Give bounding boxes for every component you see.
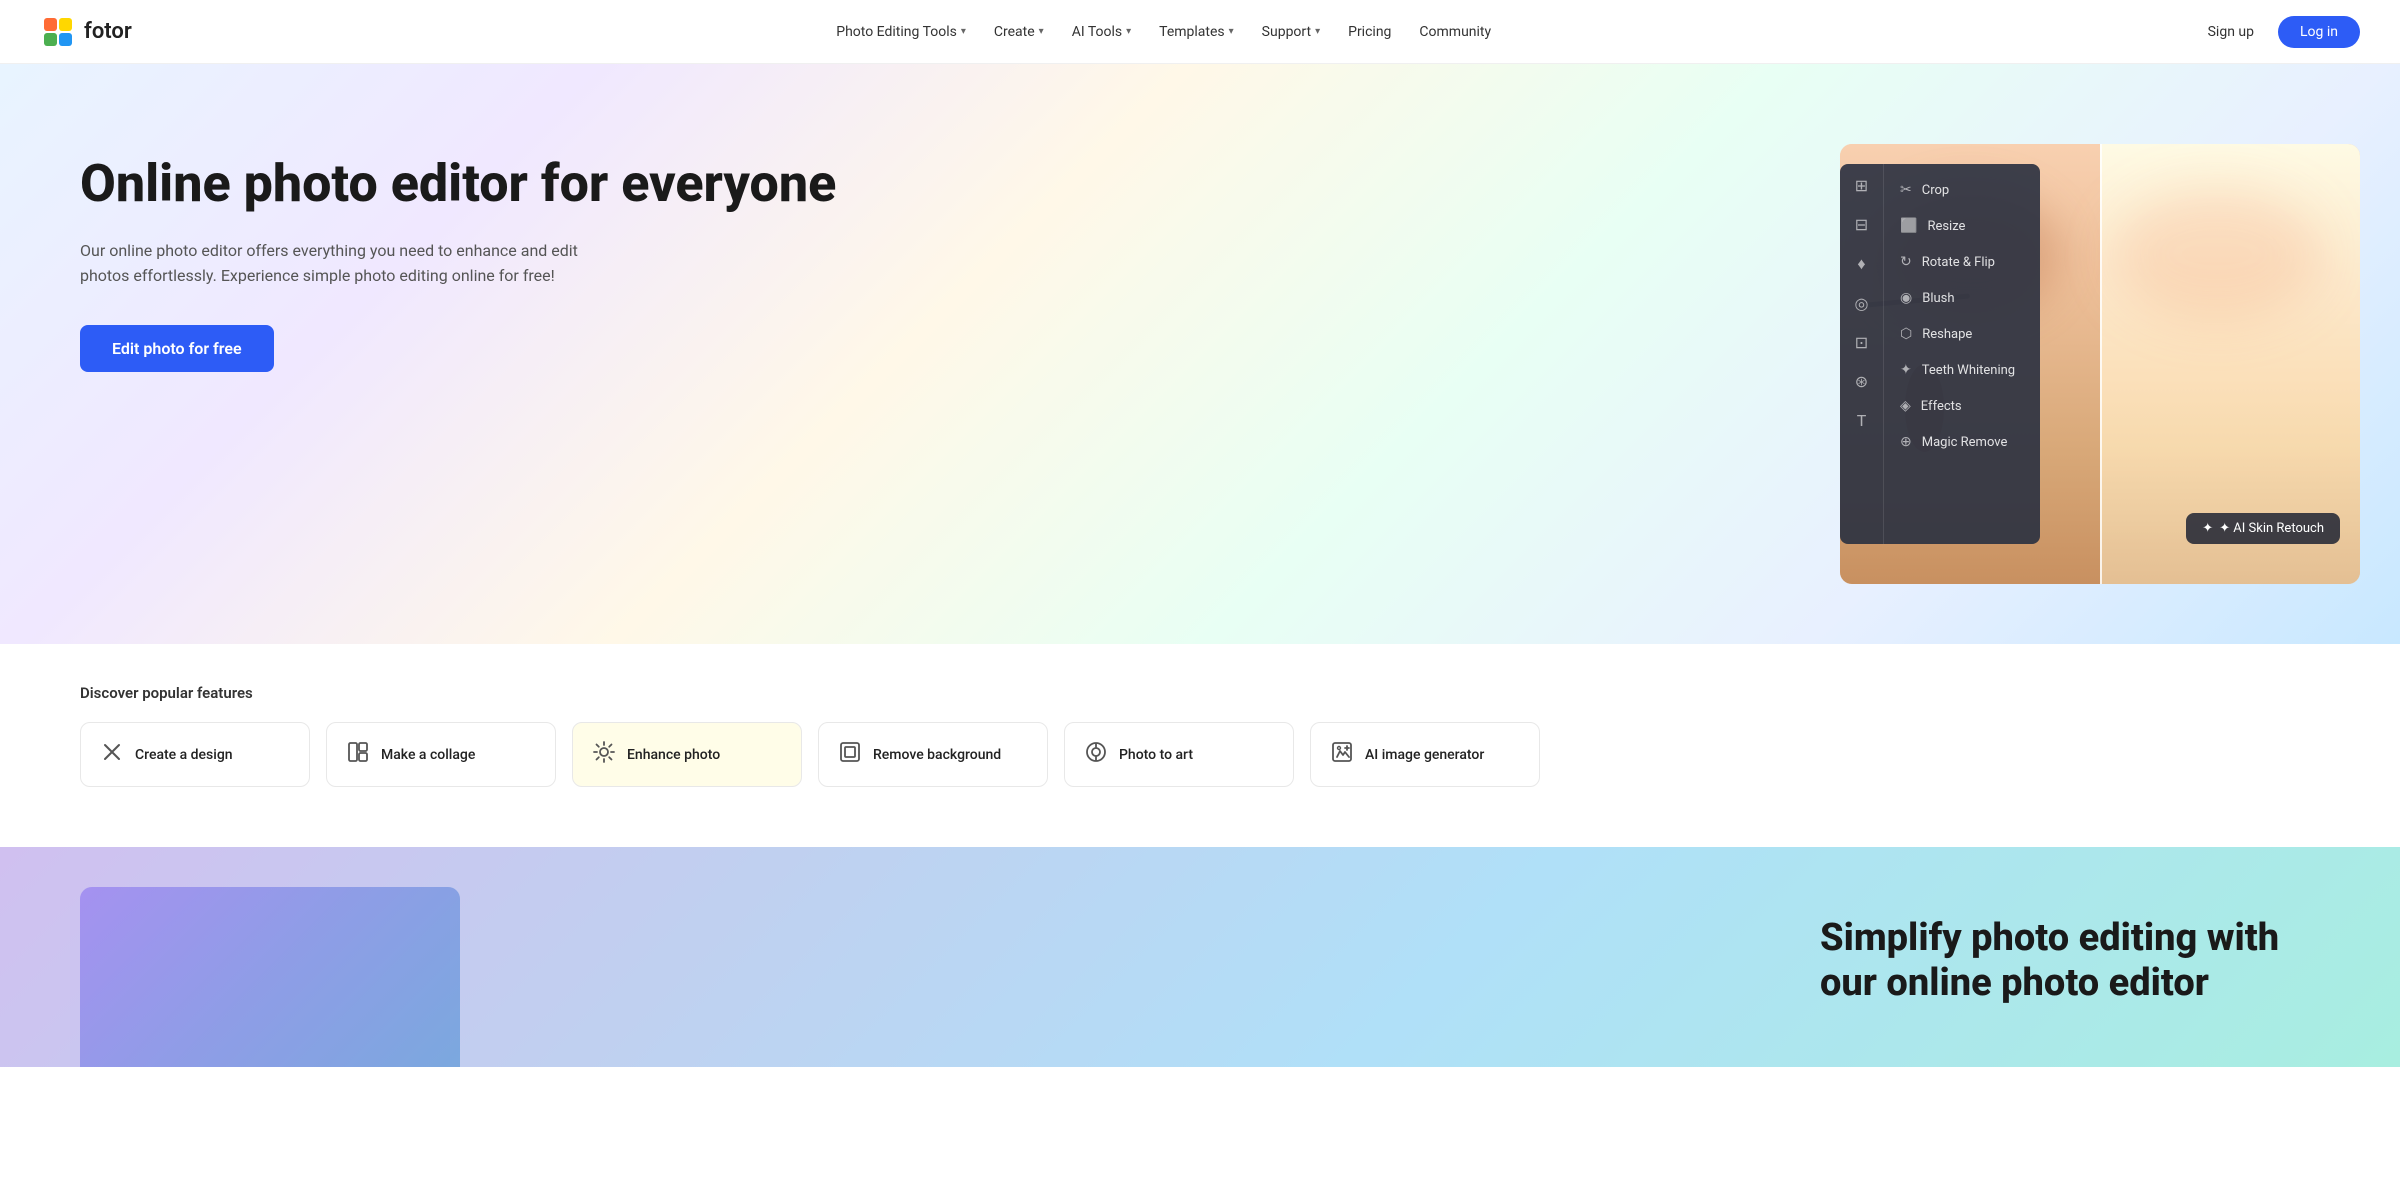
reshape-icon: ⬡ [1900, 326, 1912, 342]
remove-background-icon [839, 741, 861, 768]
menu-item-resize[interactable]: ⬜ Resize [1884, 208, 2040, 244]
bottom-content-right: Simplify photo editing with our online p… [1820, 916, 2320, 1007]
bottom-wrapper: Simplify photo editing with our online p… [0, 847, 2400, 1067]
nav-links: Photo Editing Tools ▾ Create ▾ AI Tools … [824, 18, 1503, 46]
blush-icon: ◉ [1900, 290, 1912, 306]
chevron-down-icon: ▾ [1039, 26, 1044, 37]
feature-card-remove-background[interactable]: Remove background [818, 722, 1048, 787]
eye-icon[interactable]: ◎ [1855, 294, 1869, 313]
nav-item-ai-tools[interactable]: AI Tools ▾ [1060, 18, 1143, 46]
menu-item-magic-remove[interactable]: ⊕ Magic Remove [1884, 424, 2040, 460]
feature-card-photo-to-art[interactable]: Photo to art [1064, 722, 1294, 787]
effects-icon: ◈ [1900, 398, 1911, 414]
logo-link[interactable]: fotor [40, 14, 132, 50]
menu-item-blush[interactable]: ◉ Blush [1884, 280, 2040, 316]
editor-panel: ⊞ ⊟ ♦ ◎ ⊡ ⊛ T ✂ Crop ⬜ Resize [1840, 164, 2040, 544]
hero-left: Online photo editor for everyone Our onl… [80, 124, 1312, 372]
teeth-icon: ✦ [1900, 362, 1912, 378]
navbar: fotor Photo Editing Tools ▾ Create ▾ AI … [0, 0, 2400, 64]
hero-photo-mockup: ⊞ ⊟ ♦ ◎ ⊡ ⊛ T ✂ Crop ⬜ Resize [1840, 144, 2360, 584]
chevron-down-icon: ▾ [1229, 26, 1234, 37]
make-collage-icon [347, 741, 369, 768]
nav-item-create[interactable]: Create ▾ [982, 18, 1056, 46]
nav-item-community[interactable]: Community [1407, 18, 1503, 46]
editor-menu: ✂ Crop ⬜ Resize ↻ Rotate & Flip ◉ Blush [1884, 164, 2040, 544]
magic-icon: ⊕ [1900, 434, 1912, 450]
feature-card-ai-image-generator[interactable]: AI image generator [1310, 722, 1540, 787]
nav-right: Sign up Log in [2196, 16, 2360, 48]
bottom-section: Simplify photo editing with our online p… [0, 847, 2400, 1067]
feature-card-create-design[interactable]: Create a design [80, 722, 310, 787]
nav-item-support[interactable]: Support ▾ [1250, 18, 1332, 46]
logo-text: fotor [84, 19, 132, 44]
feature-card-enhance-photo[interactable]: Enhance photo [572, 722, 802, 787]
menu-item-effects[interactable]: ◈ Effects [1884, 388, 2040, 424]
chevron-down-icon: ▾ [1315, 26, 1320, 37]
feature-label-make-collage: Make a collage [381, 747, 475, 763]
nav-item-photo-editing-tools[interactable]: Photo Editing Tools ▾ [824, 18, 978, 46]
fotor-logo-icon [40, 14, 76, 50]
feature-label-create-design: Create a design [135, 747, 233, 763]
feature-label-enhance-photo: Enhance photo [627, 747, 720, 763]
person-icon[interactable]: ♦ [1857, 254, 1865, 274]
sliders-icon[interactable]: ⊟ [1855, 215, 1868, 234]
crop-menu-icon: ✂ [1900, 182, 1912, 198]
rotate-icon: ↻ [1900, 254, 1912, 270]
edit-photo-cta-button[interactable]: Edit photo for free [80, 325, 274, 372]
bottom-title: Simplify photo editing with our online p… [1820, 916, 2320, 1007]
feature-card-make-collage[interactable]: Make a collage [326, 722, 556, 787]
features-section: Discover popular features Create a desig… [0, 644, 2400, 847]
hero-right: ⊞ ⊟ ♦ ◎ ⊡ ⊛ T ✂ Crop ⬜ Resize [1312, 124, 2320, 624]
create-design-icon [101, 741, 123, 768]
hero-section: Online photo editor for everyone Our onl… [0, 64, 2400, 644]
text-icon[interactable]: T [1857, 411, 1867, 430]
chevron-down-icon: ▾ [1126, 26, 1131, 37]
hero-title: Online photo editor for everyone [80, 154, 1312, 214]
nav-item-pricing[interactable]: Pricing [1336, 18, 1403, 46]
hero-description: Our online photo editor offers everythin… [80, 238, 600, 289]
ai-skin-retouch-badge: ✦ ✦ AI Skin Retouch [2186, 513, 2340, 544]
menu-item-crop[interactable]: ✂ Crop [1884, 172, 2040, 208]
bottom-image-placeholder [80, 887, 460, 1067]
chevron-down-icon: ▾ [961, 26, 966, 37]
photo-to-art-icon [1085, 741, 1107, 768]
resize-icon: ⬜ [1900, 218, 1917, 234]
menu-item-rotate[interactable]: ↻ Rotate & Flip [1884, 244, 2040, 280]
feature-label-ai-image-generator: AI image generator [1365, 747, 1484, 763]
sparkle-icon: ✦ [2202, 521, 2213, 536]
signup-button[interactable]: Sign up [2196, 18, 2266, 46]
login-button[interactable]: Log in [2278, 16, 2360, 48]
editor-sidebar: ⊞ ⊟ ♦ ◎ ⊡ ⊛ T [1840, 164, 1884, 544]
ai-image-generator-icon [1331, 741, 1353, 768]
enhance-photo-icon [593, 741, 615, 768]
features-grid: Create a design Make a collage [80, 722, 2320, 787]
grid-icon[interactable]: ⊞ [1855, 176, 1868, 195]
features-title: Discover popular features [80, 684, 2320, 702]
crop-icon[interactable]: ⊡ [1855, 333, 1868, 352]
nav-item-templates[interactable]: Templates ▾ [1147, 18, 1246, 46]
feature-label-photo-to-art: Photo to art [1119, 747, 1193, 763]
menu-item-teeth[interactable]: ✦ Teeth Whitening [1884, 352, 2040, 388]
group-icon[interactable]: ⊛ [1855, 372, 1868, 391]
feature-label-remove-background: Remove background [873, 747, 1001, 763]
menu-item-reshape[interactable]: ⬡ Reshape [1884, 316, 2040, 352]
